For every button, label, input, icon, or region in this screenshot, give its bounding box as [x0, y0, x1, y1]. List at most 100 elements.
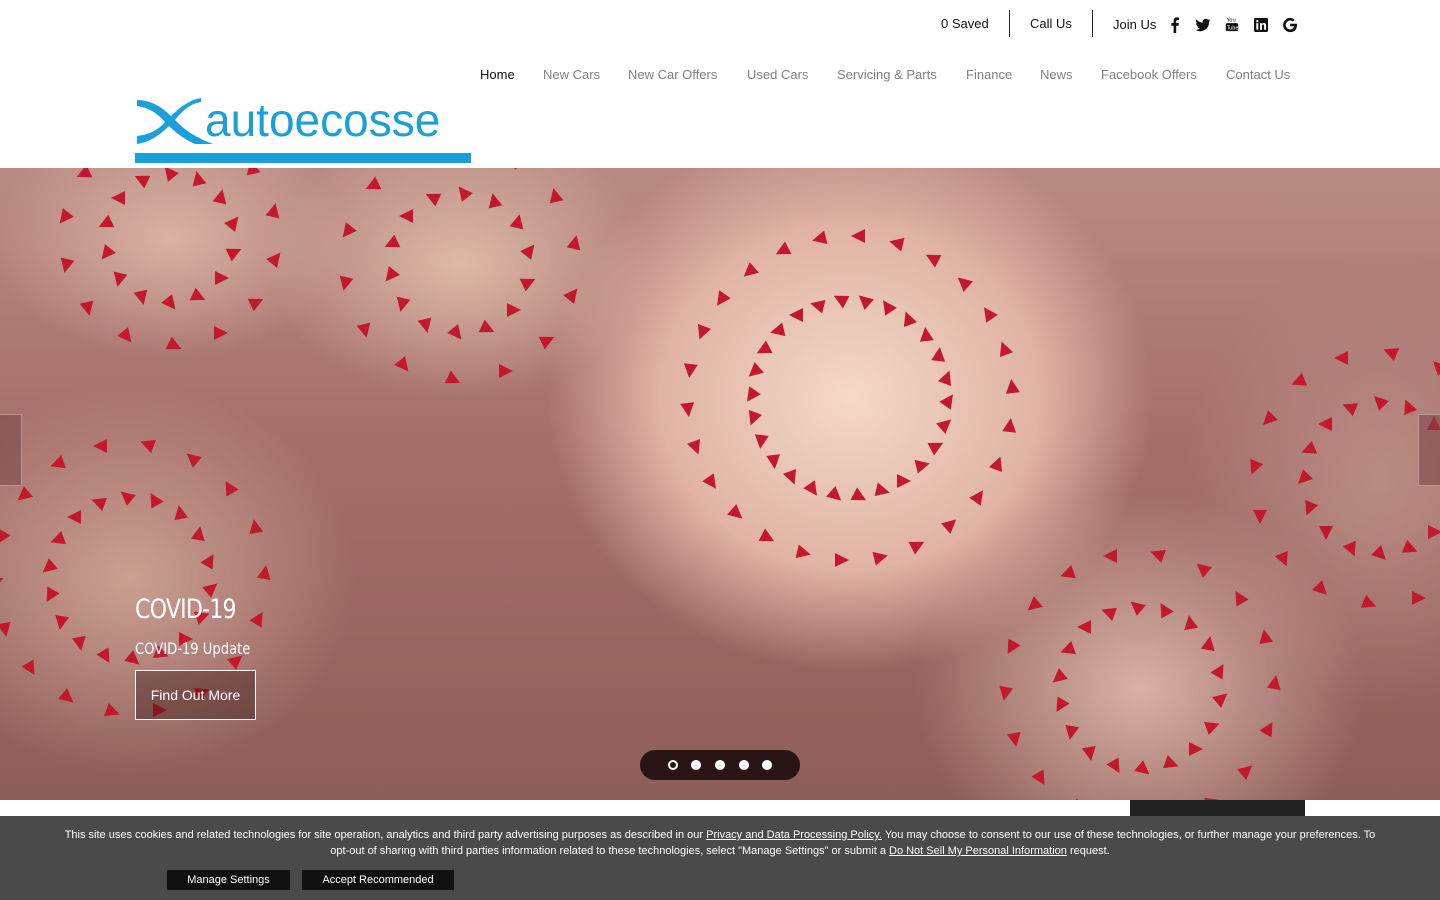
nav-finance[interactable]: Finance	[966, 67, 1012, 82]
virus-spike	[930, 346, 947, 362]
virus-spike	[131, 169, 150, 189]
nav-facebook-offers[interactable]: Facebook Offers	[1101, 67, 1197, 82]
virus-spike	[1031, 769, 1051, 790]
manage-settings-button[interactable]: Manage Settings	[167, 870, 290, 890]
virus-spike	[562, 284, 583, 305]
hero-subtitle: COVID-19 Update	[135, 639, 251, 658]
virus-spike	[1126, 595, 1146, 616]
slider-next-button[interactable]	[1418, 414, 1440, 486]
slide-dot-2[interactable]	[691, 760, 702, 770]
nav-used-cars[interactable]: Used Cars	[747, 67, 808, 82]
virus-spike	[968, 486, 989, 507]
virus-spike	[802, 479, 823, 500]
virus-spike	[159, 168, 179, 182]
virus-spike	[702, 473, 723, 494]
virus-spike	[686, 438, 705, 457]
do-not-sell-link[interactable]: Do Not Sell My Personal Information	[889, 845, 1067, 857]
youtube-icon[interactable]: You Tube	[1223, 15, 1241, 33]
virus-spike	[825, 486, 846, 506]
slider-prev-button[interactable]	[0, 414, 22, 486]
google-icon[interactable]	[1281, 16, 1299, 34]
virus-spike	[1210, 660, 1231, 680]
virus-spike	[520, 240, 541, 260]
virus-spike	[1274, 550, 1294, 569]
join-us-label: Join Us	[1113, 17, 1157, 32]
nav-servicing-parts[interactable]: Servicing & Parts	[837, 67, 937, 82]
virus-spike	[1368, 391, 1389, 411]
virus-spike	[1237, 760, 1258, 780]
call-us-link[interactable]: Call Us	[1030, 16, 1072, 31]
virus-spike	[1211, 688, 1232, 709]
virus-spike	[509, 212, 527, 230]
virus-spike	[381, 234, 401, 254]
virus-spike	[1334, 351, 1349, 366]
virus-spike	[935, 414, 956, 434]
virus-spike	[213, 326, 228, 341]
slide-dot-5[interactable]	[762, 760, 773, 770]
virus-spike	[1360, 594, 1379, 613]
virus-spike	[899, 308, 918, 327]
main-navigation: Home New Cars New Car Offers Used Cars S…	[0, 67, 1440, 87]
virus-spike	[680, 401, 697, 418]
virus-spike	[922, 248, 942, 268]
virus-spike	[1259, 718, 1279, 738]
virus-spike	[1342, 540, 1361, 559]
virus-spike	[117, 327, 138, 348]
virus-spike	[1105, 757, 1126, 777]
virus-spike	[808, 296, 826, 314]
virus-spike	[1256, 627, 1273, 645]
virus-spike	[1258, 410, 1278, 431]
nav-news[interactable]: News	[1040, 67, 1073, 82]
find-out-more-button[interactable]: Find Out More	[135, 670, 256, 720]
virus-spike	[57, 258, 75, 275]
virus-spike	[1048, 667, 1069, 688]
nav-new-cars[interactable]: New Cars	[543, 67, 600, 82]
slide-dot-3[interactable]	[714, 760, 725, 770]
cookie-message: This site uses cookies and related techn…	[60, 827, 1380, 859]
nav-contact-us[interactable]: Contact Us	[1226, 67, 1290, 82]
slide-dot-4[interactable]	[738, 760, 749, 770]
virus-spike	[872, 548, 890, 566]
virus-spike	[1062, 724, 1079, 741]
nav-new-car-offers[interactable]: New Car Offers	[628, 67, 717, 82]
nav-home[interactable]: Home	[480, 67, 515, 82]
virus-spike	[887, 234, 905, 252]
accept-recommended-button[interactable]: Accept Recommended	[302, 870, 454, 890]
virus-spike	[1057, 641, 1076, 660]
virus-spike	[1007, 731, 1024, 749]
virus-spike	[1293, 469, 1313, 490]
virus-spike	[874, 482, 892, 500]
virus-spike	[753, 434, 770, 450]
virus-spike	[394, 356, 415, 376]
virus-spike	[485, 191, 503, 209]
linkedin-icon[interactable]	[1252, 16, 1270, 34]
virus-spike	[447, 324, 467, 345]
virus-spike	[1371, 545, 1392, 565]
virus-spike	[256, 563, 273, 580]
virus-spike	[73, 168, 93, 184]
facebook-icon[interactable]	[1166, 16, 1184, 34]
virus-spike	[850, 487, 870, 506]
virus-spike	[265, 201, 283, 218]
virus-spike	[116, 485, 136, 506]
virus-spike	[1188, 741, 1203, 756]
logo-x-mark	[137, 98, 213, 144]
virus-spike	[505, 168, 526, 170]
virus-spike	[795, 544, 813, 562]
utility-bar: 0 Saved Call Us Join Us You Tube	[0, 0, 1440, 50]
privacy-policy-link[interactable]: Privacy and Data Processing Policy.	[706, 829, 882, 841]
virus-spike	[356, 323, 374, 340]
twitter-icon[interactable]	[1194, 16, 1212, 34]
hero-slider: COVID-19 COVID-19 Update Find Out More	[0, 168, 1440, 800]
virus-spike	[810, 230, 828, 248]
saved-vehicles-link[interactable]: 0 Saved	[941, 16, 989, 31]
virus-spike	[38, 557, 59, 578]
site-logo[interactable]: autoecosse	[135, 96, 471, 164]
virus-spike	[182, 448, 202, 468]
virus-spike	[738, 261, 759, 282]
virus-spike	[189, 169, 207, 187]
virus-spike	[247, 292, 267, 312]
logo-underline	[135, 153, 471, 163]
slide-dot-1[interactable]	[667, 760, 678, 770]
virus-spike	[224, 212, 244, 233]
